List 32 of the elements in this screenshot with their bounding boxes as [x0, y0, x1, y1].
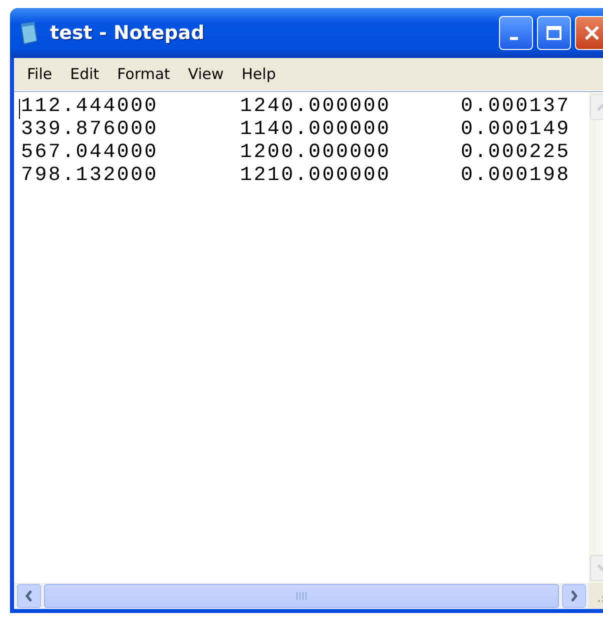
- scroll-left-button[interactable]: [17, 584, 41, 608]
- close-button[interactable]: [575, 16, 603, 50]
- menu-item[interactable]: File: [18, 65, 62, 83]
- maximize-button[interactable]: [537, 16, 571, 50]
- text-value: 798.132000: [21, 164, 158, 187]
- chevron-left-icon: [24, 589, 34, 603]
- menu-item[interactable]: Format: [108, 65, 180, 83]
- text-value: 0.000137: [460, 95, 570, 118]
- scroll-thumb[interactable]: [44, 584, 559, 608]
- notepad-icon: [18, 21, 40, 45]
- text-value: 339.876000: [21, 118, 158, 141]
- window-title: test - Notepad: [50, 22, 206, 44]
- text-value: 1240.000000: [240, 95, 391, 118]
- minimize-button[interactable]: [499, 16, 533, 50]
- chevron-right-icon: [569, 589, 579, 603]
- text-value: 0.000149: [460, 118, 570, 141]
- text-value: 1200.000000: [240, 141, 391, 164]
- text-value: 0.000198: [460, 164, 570, 187]
- menu-item[interactable]: View: [179, 65, 233, 83]
- minimize-icon: [510, 36, 518, 40]
- text-caret: [19, 99, 20, 119]
- text-value: 567.044000: [21, 141, 158, 164]
- menu-item[interactable]: Edit: [61, 65, 108, 83]
- text-value: 1140.000000: [240, 118, 391, 141]
- scroll-right-button[interactable]: [562, 584, 586, 608]
- text-value: 0.000225: [460, 141, 570, 164]
- menu-item[interactable]: Help: [232, 65, 285, 83]
- text-value: 112.444000: [21, 95, 158, 118]
- maximize-icon: [546, 25, 562, 41]
- close-icon: [584, 25, 600, 41]
- horizontal-scrollbar[interactable]: [14, 583, 589, 609]
- text-value: 1210.000000: [240, 164, 391, 187]
